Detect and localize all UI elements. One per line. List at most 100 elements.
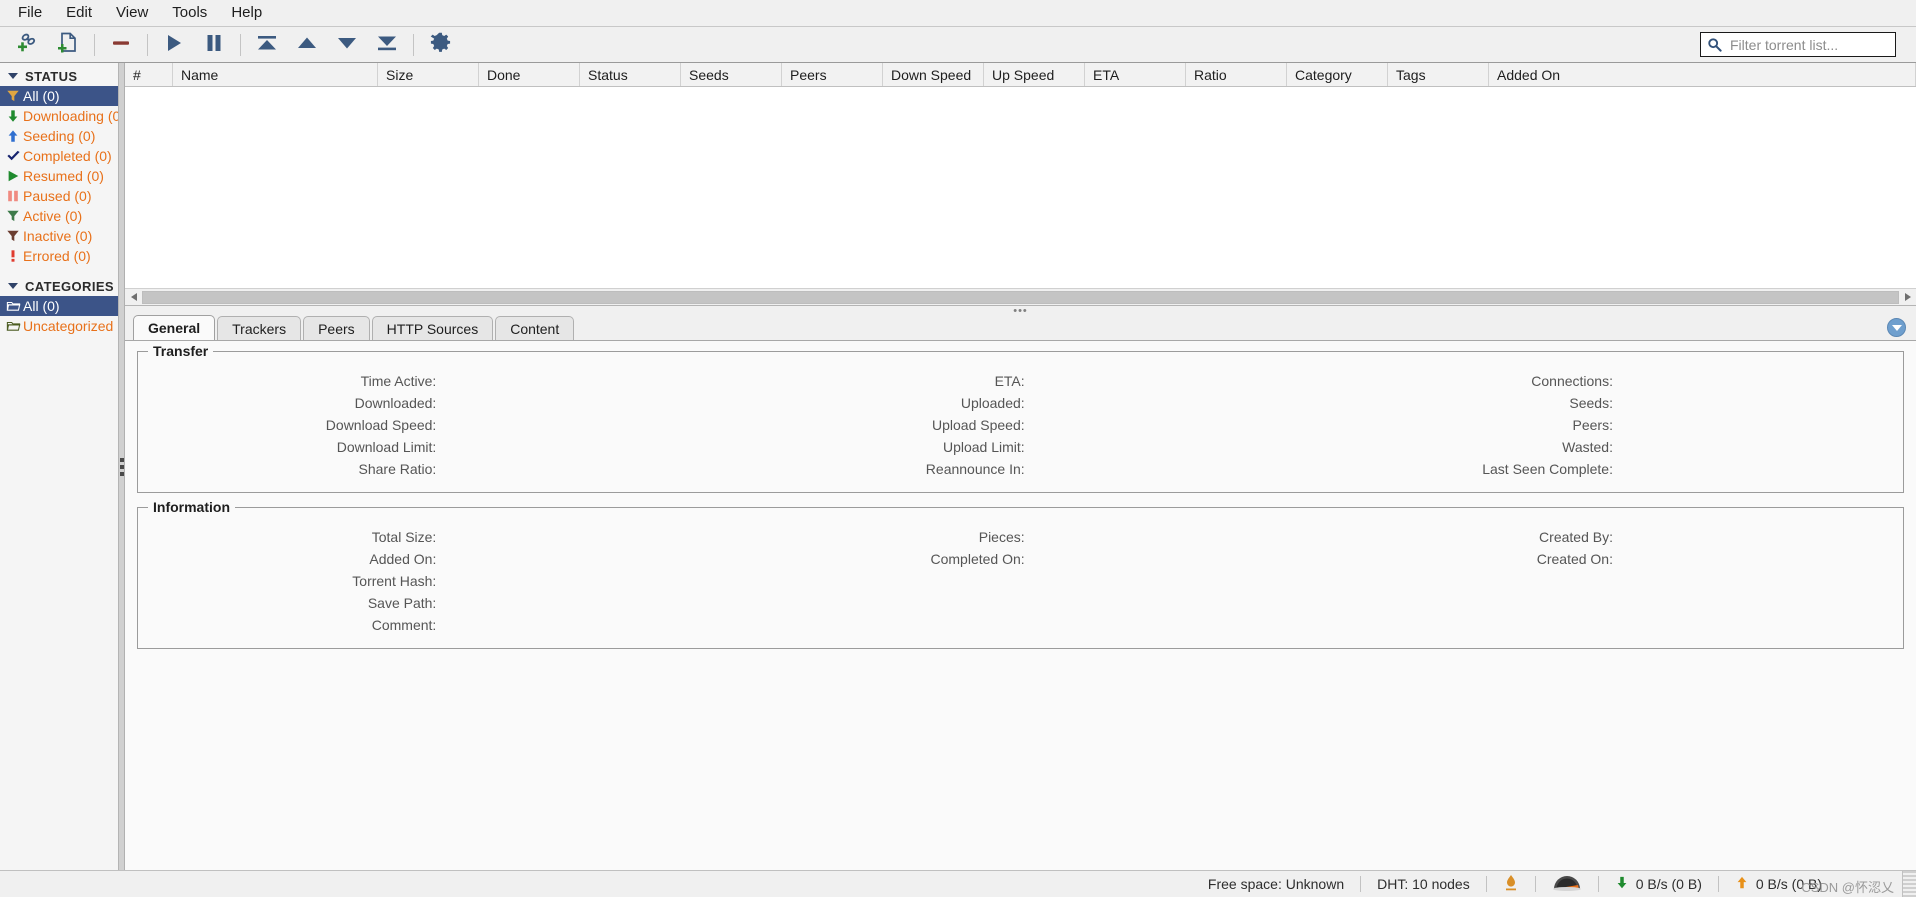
hscroll-thumb[interactable] xyxy=(142,290,1899,304)
column-header-size[interactable]: Size xyxy=(378,63,479,86)
connection-status-icon xyxy=(1503,874,1519,895)
sidebar-item-errored[interactable]: Errored (0) xyxy=(0,246,118,266)
field-pieces: Pieces: xyxy=(978,529,1025,545)
add-torrent-link-button[interactable] xyxy=(8,29,48,61)
field-created-by: Created By: xyxy=(1539,529,1613,545)
pause-icon xyxy=(3,189,23,203)
column-header-added-on[interactable]: Added On xyxy=(1489,63,1916,86)
field-comment: Comment: xyxy=(371,617,437,633)
sidebar-item-active[interactable]: Active (0) xyxy=(0,206,118,226)
field-blank xyxy=(726,570,1314,592)
menu-item-view[interactable]: View xyxy=(104,1,160,25)
scroll-right-button[interactable] xyxy=(1899,289,1916,305)
sidebar-item-label: All (0) xyxy=(23,88,60,104)
menu-item-edit[interactable]: Edit xyxy=(54,1,104,25)
preferences-button[interactable] xyxy=(420,29,460,61)
sidebar-item-resumed[interactable]: Resumed (0) xyxy=(0,166,118,186)
search-icon xyxy=(1707,37,1725,52)
status-section-header[interactable]: STATUS xyxy=(0,66,118,86)
start-button[interactable] xyxy=(154,29,194,61)
remove-button[interactable] xyxy=(101,29,141,61)
sidebar-category-uncategorized[interactable]: Uncategorized (0) xyxy=(0,316,118,336)
move-up-button[interactable] xyxy=(287,29,327,61)
toolbar-separator xyxy=(147,33,148,56)
column-header-status[interactable]: Status xyxy=(580,63,681,86)
transfer-group: Transfer Time Active: Downloaded: Downlo… xyxy=(137,343,1904,493)
menu-item-help[interactable]: Help xyxy=(219,1,274,25)
sidebar-item-inactive[interactable]: Inactive (0) xyxy=(0,226,118,246)
categories-section-header[interactable]: CATEGORIES xyxy=(0,276,118,296)
tab-peers[interactable]: Peers xyxy=(303,316,370,340)
tab-http-sources[interactable]: HTTP Sources xyxy=(371,316,494,340)
field-last-seen-complete: Last Seen Complete: xyxy=(1482,461,1613,477)
field-uploaded: Uploaded: xyxy=(960,395,1025,411)
torrent-list-body[interactable] xyxy=(125,87,1916,288)
filter-inactive-icon xyxy=(3,229,23,243)
link-plus-icon xyxy=(16,31,40,59)
scroll-left-button[interactable] xyxy=(125,289,142,305)
sidebar-item-label: Resumed (0) xyxy=(23,168,104,184)
information-column-2: Pieces: Completed On: xyxy=(726,526,1314,636)
menu-bar: File Edit View Tools Help xyxy=(0,0,1916,27)
move-bottom-button[interactable] xyxy=(367,29,407,61)
add-torrent-file-button[interactable] xyxy=(48,29,88,61)
filters-sidebar: STATUS All (0) Downloading (0) Seeding (… xyxy=(0,63,119,870)
download-speed-status: 0 B/s (0 B) xyxy=(1599,873,1718,895)
transfer-column-3: Connections: Seeds: Peers: Wasted: Last … xyxy=(1315,370,1903,480)
move-up-icon xyxy=(295,31,319,59)
sidebar-item-completed[interactable]: Completed (0) xyxy=(0,146,118,166)
horizontal-splitter[interactable]: ••• xyxy=(125,305,1916,317)
move-down-button[interactable] xyxy=(327,29,367,61)
column-header-up-speed[interactable]: Up Speed xyxy=(984,63,1085,86)
field-share-ratio: Share Ratio: xyxy=(358,461,437,477)
file-plus-icon xyxy=(56,31,80,59)
sidebar-item-all[interactable]: All (0) xyxy=(0,86,118,106)
information-column-1: Total Size: Added On: Torrent Hash: Save… xyxy=(138,526,726,636)
status-header-label: STATUS xyxy=(25,68,78,84)
chevron-down-icon xyxy=(1891,324,1902,331)
field-time-active: Time Active: xyxy=(360,373,437,389)
column-header-seeds[interactable]: Seeds xyxy=(681,63,782,86)
field-reannounce-in: Reannounce In: xyxy=(925,461,1025,477)
column-header-index[interactable]: # xyxy=(125,63,173,86)
transfer-column-1: Time Active: Downloaded: Download Speed:… xyxy=(138,370,726,480)
move-top-button[interactable] xyxy=(247,29,287,61)
torrent-list-hscrollbar[interactable] xyxy=(125,288,1916,305)
column-header-ratio[interactable]: Ratio xyxy=(1186,63,1287,86)
connection-status[interactable] xyxy=(1487,873,1535,895)
speed-limit-status[interactable] xyxy=(1536,873,1598,895)
sidebar-item-label: Inactive (0) xyxy=(23,228,93,244)
main-content: # Name Size Done Status Seeds Peers Down… xyxy=(125,63,1916,870)
field-seeds: Seeds: xyxy=(1569,395,1613,411)
splitter-grip-icon xyxy=(119,457,124,476)
field-download-speed: Download Speed: xyxy=(325,417,437,433)
column-header-tags[interactable]: Tags xyxy=(1388,63,1489,86)
field-peers: Peers: xyxy=(1572,417,1613,433)
chevron-down-icon xyxy=(8,283,18,289)
column-header-category[interactable]: Category xyxy=(1287,63,1388,86)
column-header-down-speed[interactable]: Down Speed xyxy=(883,63,984,86)
sidebar-category-all[interactable]: All (0) xyxy=(0,296,118,316)
arrow-down-icon xyxy=(1615,875,1629,893)
column-header-done[interactable]: Done xyxy=(479,63,580,86)
tab-trackers[interactable]: Trackers xyxy=(217,316,302,340)
column-header-peers[interactable]: Peers xyxy=(782,63,883,86)
column-header-name[interactable]: Name xyxy=(173,63,378,86)
resize-grip[interactable] xyxy=(1902,871,1916,897)
menu-item-file[interactable]: File xyxy=(6,1,54,25)
collapse-details-button[interactable] xyxy=(1887,318,1906,337)
tab-content[interactable]: Content xyxy=(495,316,575,340)
sidebar-item-seeding[interactable]: Seeding (0) xyxy=(0,126,118,146)
sidebar-item-downloading[interactable]: Downloading (0) xyxy=(0,106,118,126)
folder-icon xyxy=(3,299,23,313)
menu-item-tools[interactable]: Tools xyxy=(160,1,219,25)
search-box[interactable] xyxy=(1700,32,1913,57)
pause-button[interactable] xyxy=(194,29,234,61)
field-added-on: Added On: xyxy=(369,551,437,567)
search-input[interactable] xyxy=(1725,35,1913,54)
sidebar-item-paused[interactable]: Paused (0) xyxy=(0,186,118,206)
tab-general[interactable]: General xyxy=(133,315,216,340)
sidebar-category-label: Uncategorized (0) xyxy=(23,318,118,334)
hscroll-track[interactable] xyxy=(142,289,1899,305)
column-header-eta[interactable]: ETA xyxy=(1085,63,1186,86)
